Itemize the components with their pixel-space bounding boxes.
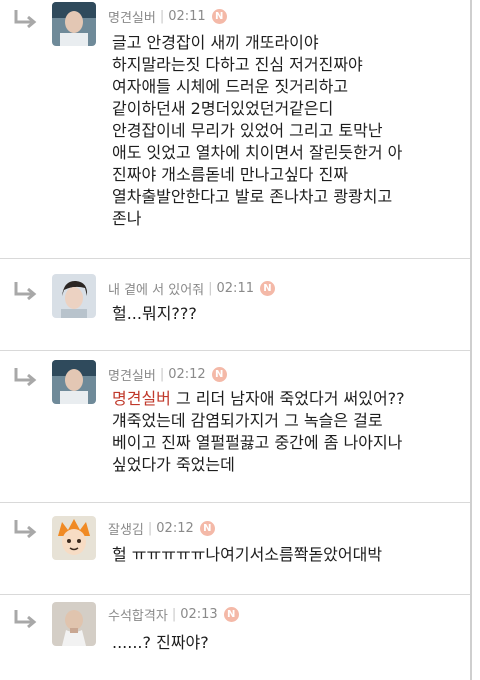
- comment-meta: 잘생김 | 02:12 N: [108, 518, 215, 538]
- comment-line: 명견실버 그 리더 남자애 죽었다거 써있어??: [112, 388, 467, 410]
- comment-line: 여자애들 시체에 드러운 짓거리하고: [112, 77, 349, 96]
- meta-separator: |: [159, 366, 165, 382]
- new-badge: N: [259, 280, 275, 296]
- reply-arrow-icon: [14, 610, 37, 629]
- comment-text: 헐...뭐지???: [112, 303, 467, 325]
- comment-line: 열차출발안한다고 발로 존나차고 쾅쾅치고: [112, 187, 393, 206]
- comment-line: ......? 진짜야?: [112, 633, 209, 652]
- comment-item: 수석합격자 | 02:13 N ......? 진짜야?: [0, 594, 470, 680]
- comment-item: 내 곁에 서 있어줘 | 02:11 N 헐...뭐지???: [0, 258, 470, 351]
- comment-meta: 내 곁에 서 있어줘 | 02:11 N: [108, 278, 275, 298]
- timestamp: 02:11: [216, 280, 254, 296]
- author-name[interactable]: 잘생김: [108, 519, 144, 538]
- comment-thread: 명견실버 | 02:11 N 글고 안경잡이 새끼 개또라이야 하지말라는짓 다…: [0, 0, 472, 680]
- meta-separator: |: [171, 606, 177, 622]
- new-badge: N: [223, 606, 239, 622]
- comment-line: 베이고 진짜 열펄펄끓고 중간에 좀 나아지나: [112, 433, 403, 452]
- timestamp: 02:12: [168, 366, 206, 382]
- avatar-person-photo-icon: [52, 274, 96, 318]
- comment-text: ......? 진짜야?: [112, 632, 467, 654]
- comment-line: 글고 안경잡이 새끼 개또라이야: [112, 33, 319, 52]
- comment-text: 명견실버 그 리더 남자애 죽었다거 써있어?? 걔죽었는데 감염되가지거 그 …: [112, 388, 467, 476]
- avatar[interactable]: [52, 516, 96, 560]
- timestamp: 02:12: [156, 520, 194, 536]
- comment-text: 글고 안경잡이 새끼 개또라이야 하지말라는짓 다하고 진심 저거진짜야 여자애…: [112, 32, 467, 230]
- avatar[interactable]: [52, 274, 96, 318]
- new-badge: N: [211, 366, 227, 382]
- avatar-person-photo-icon: [52, 360, 96, 404]
- comment-line: 걔죽었는데 감염되가지거 그 녹슬은 걸로: [112, 411, 383, 430]
- avatar-person-photo-icon: [52, 602, 96, 646]
- meta-separator: |: [208, 280, 213, 296]
- comment-meta: 명견실버 | 02:11 N: [108, 6, 227, 26]
- comment-line: 애도 잇었고 열차에 치이면서 잘린듯한거 아: [112, 143, 403, 162]
- comment-line: 진짜야 개소름돋네 만나고싶다 진짜: [112, 165, 349, 184]
- new-badge: N: [211, 8, 227, 24]
- author-name[interactable]: 명견실버: [108, 365, 156, 384]
- reply-arrow-icon: [14, 368, 37, 387]
- author-name[interactable]: 내 곁에 서 있어줘: [108, 279, 204, 298]
- comment-line: 존나: [112, 209, 142, 228]
- meta-separator: |: [147, 520, 153, 536]
- avatar-person-photo-icon: [52, 2, 96, 46]
- comment-line-rest: 그 리더 남자애 죽었다거 써있어??: [170, 389, 405, 408]
- comment-line: 안경잡이네 무리가 있었어 그리고 토막난: [112, 121, 383, 140]
- avatar[interactable]: [52, 360, 96, 404]
- comment-line: 헐...뭐지???: [112, 304, 197, 323]
- comment-meta: 수석합격자 | 02:13 N: [108, 604, 239, 624]
- meta-separator: |: [159, 8, 165, 24]
- comment-line: 싶었다가 죽었는데: [112, 455, 235, 474]
- avatar[interactable]: [52, 602, 96, 646]
- comment-meta: 명견실버 | 02:12 N: [108, 364, 227, 384]
- timestamp: 02:13: [180, 606, 218, 622]
- reply-arrow-icon: [14, 520, 37, 539]
- comment-item: 명견실버 | 02:12 N 명견실버 그 리더 남자애 죽었다거 써있어?? …: [0, 350, 470, 503]
- comment-line: 헐 ㅠㅠㅠㅠㅠ나여기서소름쫙돋았어대박: [112, 545, 383, 564]
- author-name[interactable]: 수석합격자: [108, 605, 168, 624]
- new-badge: N: [199, 520, 215, 536]
- comment-item: 명견실버 | 02:11 N 글고 안경잡이 새끼 개또라이야 하지말라는짓 다…: [0, 0, 470, 259]
- comment-line: 하지말라는짓 다하고 진심 저거진짜야: [112, 55, 363, 74]
- avatar-cartoon-icon: [52, 516, 96, 560]
- comment-line: 같이하던새 2명더있었던거같은디: [112, 99, 334, 118]
- reply-arrow-icon: [14, 282, 37, 301]
- mention-link[interactable]: 명견실버: [112, 389, 171, 408]
- avatar[interactable]: [52, 2, 96, 46]
- timestamp: 02:11: [168, 8, 206, 24]
- reply-arrow-icon: [14, 10, 37, 29]
- comment-text: 헐 ㅠㅠㅠㅠㅠ나여기서소름쫙돋았어대박: [112, 544, 467, 566]
- author-name[interactable]: 명견실버: [108, 7, 156, 26]
- comment-item: 잘생김 | 02:12 N 헐 ㅠㅠㅠㅠㅠ나여기서소름쫙돋았어대박: [0, 502, 470, 595]
